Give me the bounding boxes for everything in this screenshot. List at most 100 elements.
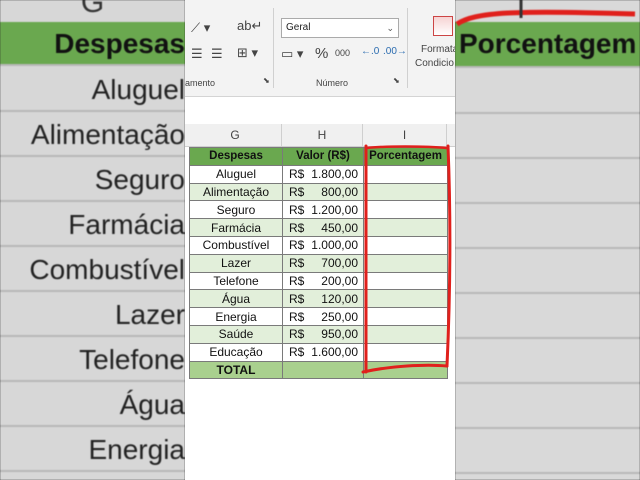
value-cell[interactable]: R$ 1.000,00 — [282, 235, 364, 255]
formula-bar-area — [185, 97, 455, 124]
wrap-text-icon[interactable]: ab↵ — [237, 18, 262, 34]
decrease-decimal-icon[interactable]: .00→ — [383, 46, 407, 57]
expense-cell[interactable]: Água — [189, 289, 283, 309]
amount-value: 1.600,00 — [311, 345, 358, 360]
amount-value: 200,00 — [321, 273, 358, 288]
header-cell-value[interactable]: Valor (R$) — [282, 147, 364, 166]
ribbon: ⟋ ▾ ab↵ ☰ ☰ ⊞ ▾ amento ⬊ Geral ⌄ ▭ ▾ % 0… — [185, 0, 455, 97]
separator — [407, 8, 408, 88]
conditional-format-label-1[interactable]: Formata — [421, 44, 455, 55]
percentage-cell[interactable] — [363, 253, 448, 273]
expense-cell[interactable]: Combustível — [189, 235, 283, 255]
currency-symbol: R$ — [289, 167, 305, 182]
percentage-cell[interactable] — [363, 164, 448, 184]
expense-cell[interactable]: Energia — [189, 307, 283, 326]
number-format-value: Geral — [286, 22, 311, 33]
expense-cell[interactable]: Telefone — [189, 271, 283, 291]
expense-cell[interactable]: Farmácia — [189, 218, 283, 237]
dialog-launcher-icon[interactable]: ⬊ — [263, 76, 270, 85]
header-cell-percentage[interactable]: Porcentagem — [363, 147, 448, 166]
amount-value: 1.800,00 — [311, 167, 358, 182]
table-row: Aluguel R$ 1.800,00 — [189, 164, 448, 184]
decrease-indent-icon[interactable]: ☰ — [191, 46, 203, 62]
value-cell[interactable]: R$ 1.200,00 — [282, 200, 364, 220]
bg-row: Alimentação — [0, 113, 185, 157]
value-cell[interactable]: R$ 250,00 — [282, 307, 364, 326]
currency-symbol: R$ — [289, 220, 305, 235]
percentage-cell[interactable] — [363, 235, 448, 255]
expense-cell[interactable]: Educação — [189, 342, 283, 362]
value-cell[interactable]: R$ 700,00 — [282, 253, 364, 273]
percentage-cell[interactable] — [363, 307, 448, 326]
expense-cell[interactable]: Seguro — [189, 200, 283, 220]
value-cell[interactable]: R$ 120,00 — [282, 289, 364, 309]
table-row: Farmácia R$ 450,00 — [189, 218, 448, 237]
increase-decimal-icon[interactable]: ←.0 — [361, 46, 379, 57]
amount-value: 800,00 — [321, 184, 358, 199]
percentage-cell[interactable] — [363, 218, 448, 237]
percent-style-icon[interactable]: % — [315, 45, 328, 62]
percentage-cell[interactable] — [363, 289, 448, 309]
amount-value: 1.000,00 — [311, 238, 358, 253]
value-cell[interactable]: R$ 800,00 — [282, 182, 364, 202]
table-row: Água R$ 120,00 — [189, 289, 448, 309]
value-cell[interactable]: R$ 200,00 — [282, 271, 364, 291]
number-group-label: Número — [316, 78, 349, 88]
table-row: Telefone R$ 200,00 — [189, 271, 448, 291]
separator — [273, 8, 274, 88]
alignment-group-label: amento — [185, 78, 216, 88]
header-cell-expenses[interactable]: Despesas — [189, 147, 283, 166]
amount-value: 1.200,00 — [311, 202, 358, 217]
currency-icon[interactable]: ▭ ▾ — [281, 46, 303, 62]
currency-symbol: R$ — [289, 309, 305, 324]
value-cell[interactable]: R$ 450,00 — [282, 218, 364, 237]
total-value-cell[interactable] — [282, 360, 364, 380]
currency-symbol: R$ — [289, 202, 305, 217]
column-header-g[interactable]: G — [189, 124, 282, 146]
percentage-cell[interactable] — [363, 324, 448, 344]
currency-symbol: R$ — [289, 184, 305, 199]
comma-style-icon[interactable]: 000 — [335, 48, 350, 58]
bg-row: Despesas — [0, 22, 185, 66]
table-row: Alimentação R$ 800,00 — [189, 182, 448, 202]
percentage-cell[interactable] — [363, 342, 448, 362]
bg-row: Energia — [0, 428, 185, 472]
value-cell[interactable]: R$ 1.600,00 — [282, 342, 364, 362]
table-row: Energia R$ 250,00 — [189, 307, 448, 326]
conditional-format-icon[interactable] — [433, 16, 453, 36]
total-row: TOTAL — [189, 360, 448, 380]
expense-cell[interactable]: Aluguel — [189, 164, 283, 184]
percentage-cell[interactable] — [363, 182, 448, 202]
zoomed-background-right: Porcentagem — [455, 0, 640, 480]
zoomed-background-left: G Despesas Aluguel Alimentação Seguro Fa… — [0, 0, 185, 480]
total-percentage-cell[interactable] — [363, 360, 448, 380]
currency-symbol: R$ — [289, 291, 305, 306]
currency-symbol: R$ — [289, 345, 305, 360]
orientation-icon[interactable]: ⟋ ▾ — [191, 20, 210, 36]
value-cell[interactable]: R$ 950,00 — [282, 324, 364, 344]
table-header-row: Despesas Valor (R$) Porcentagem — [189, 147, 448, 166]
bg-row: Farmácia — [0, 203, 185, 247]
bg-red-marker — [455, 0, 636, 27]
expense-cell[interactable]: Saúde — [189, 324, 283, 344]
column-headers: G H I — [185, 124, 455, 147]
percentage-cell[interactable] — [363, 200, 448, 220]
conditional-format-label-2[interactable]: Condicio — [415, 58, 454, 69]
table-row: Saúde R$ 950,00 — [189, 324, 448, 344]
number-format-dropdown[interactable]: Geral ⌄ — [281, 18, 399, 38]
currency-symbol: R$ — [289, 273, 305, 288]
column-header-h[interactable]: H — [282, 124, 363, 146]
bg-row: Água — [0, 383, 185, 427]
expense-cell[interactable]: Alimentação — [189, 182, 283, 202]
expense-cell[interactable]: Lazer — [189, 253, 283, 273]
bg-row: Aluguel — [0, 68, 185, 112]
table-row: Educação R$ 1.600,00 — [189, 342, 448, 362]
value-cell[interactable]: R$ 1.800,00 — [282, 164, 364, 184]
bg-row: Telefone — [0, 338, 185, 382]
percentage-cell[interactable] — [363, 271, 448, 291]
column-header-i[interactable]: I — [363, 124, 447, 146]
increase-indent-icon[interactable]: ☰ — [211, 46, 223, 62]
dialog-launcher-icon[interactable]: ⬊ — [393, 76, 400, 85]
merge-center-icon[interactable]: ⊞ ▾ — [237, 45, 258, 61]
total-label-cell[interactable]: TOTAL — [189, 360, 283, 380]
